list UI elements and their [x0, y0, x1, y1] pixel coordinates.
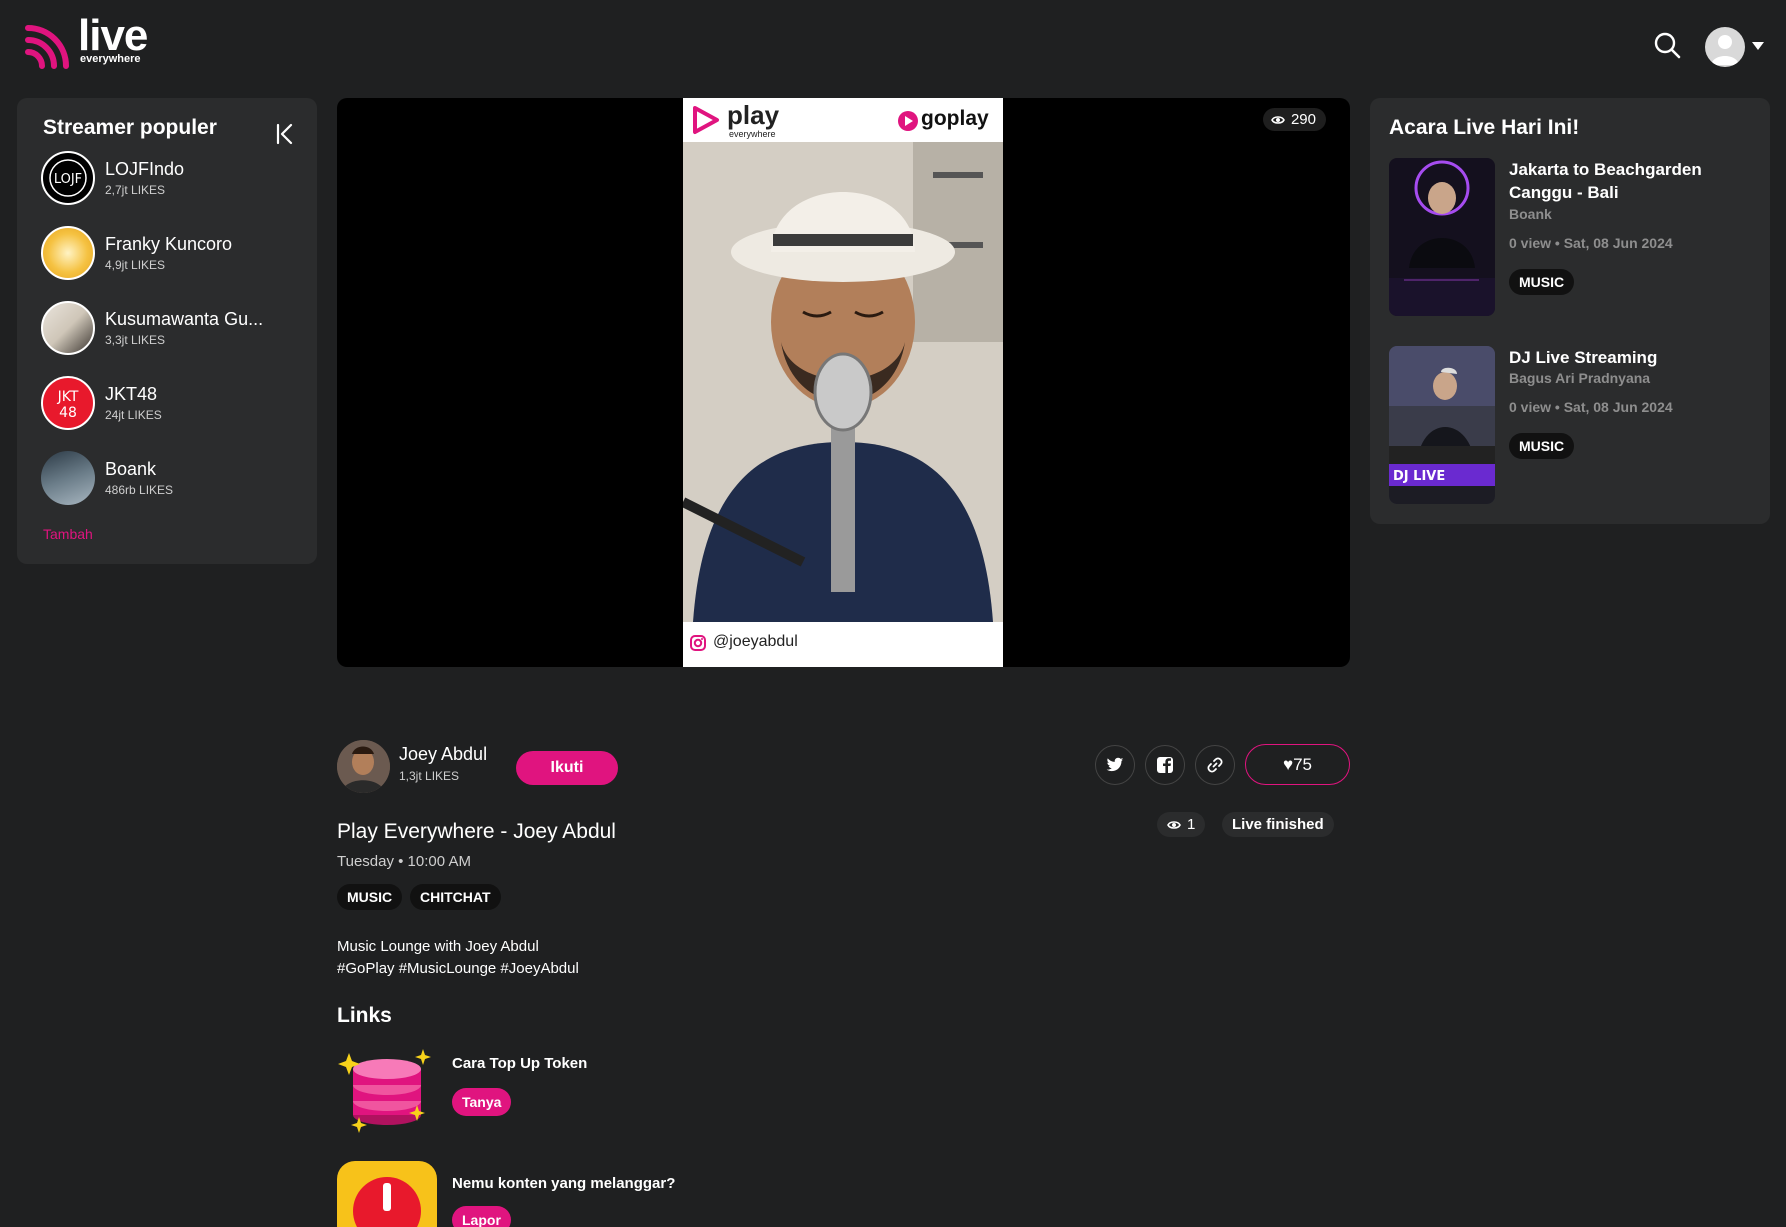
overlay-brand-left: play [727, 100, 780, 130]
event-tag[interactable]: MUSIC [1509, 433, 1575, 459]
video-overlay-header: play everywhere goplay [683, 98, 1003, 142]
stream-time: Tuesday • 10:00 AM [337, 853, 471, 870]
viewer-count: 1 [1187, 816, 1196, 833]
event-host: Boank [1509, 206, 1552, 222]
streamer-name: LOJFIndo [105, 159, 185, 179]
account-menu-chevron-down-icon[interactable] [1752, 42, 1764, 50]
description-hashtags: #GoPlay #MusicLounge #JoeyAbdul [337, 960, 579, 977]
event-thumbnail [1389, 158, 1495, 316]
facebook-icon [1157, 757, 1173, 773]
avatar [41, 451, 95, 505]
event-tag[interactable]: MUSIC [1509, 269, 1575, 295]
share-twitter-button[interactable] [1095, 745, 1135, 785]
video-overlay-footer: @joeyabdul [683, 622, 1003, 667]
live-everywhere-logo[interactable]: live everywhere [22, 14, 148, 72]
play-everywhere-logo-icon [693, 106, 719, 134]
streamer-name: Kusumawanta Gu... [105, 309, 264, 329]
user-avatar-icon[interactable] [1705, 27, 1745, 67]
streamer-likes: 2,7jt LIKES [105, 183, 166, 197]
svg-text:DJ LIVE: DJ LIVE [1393, 469, 1445, 484]
event-meta: 0 view • Sat, 08 Jun 2024 [1509, 235, 1673, 251]
video-still-image [683, 142, 1003, 622]
event-card[interactable]: Jakarta to Beachgarden Canggu - Bali Boa… [1389, 158, 1759, 318]
event-card[interactable]: DJ LIVE DJ Live Streaming Bagus Ari Prad… [1389, 346, 1759, 506]
description-line: Music Lounge with Joey Abdul [337, 938, 539, 955]
goplay-logo-icon [898, 111, 918, 131]
event-title: Jakarta to Beachgarden Canggu - Bali [1509, 160, 1702, 202]
tag-chitchat[interactable]: CHITCHAT [410, 884, 501, 910]
stream-description: Music Lounge with Joey Abdul #GoPlay #Mu… [337, 936, 579, 980]
logo-subtitle: everywhere [80, 53, 141, 65]
streamer-likes: 3,3jt LIKES [105, 333, 166, 347]
link-label-report: Nemu konten yang melanggar? [452, 1175, 676, 1192]
follow-button[interactable]: Ikuti [516, 751, 618, 785]
todays-live-events-panel: Acara Live Hari Ini! Jakarta to Beachgar… [1370, 98, 1770, 524]
host-likes: 1,3jt LIKES [399, 769, 460, 783]
search-icon[interactable] [1652, 30, 1682, 60]
link-icon [1207, 757, 1223, 773]
streamer-likes: 4,9jt LIKES [105, 258, 166, 272]
report-warning-icon [337, 1161, 437, 1227]
streamer-likes: 486rb LIKES [105, 483, 174, 497]
host-name[interactable]: Joey Abdul [399, 744, 487, 765]
instagram-icon [690, 635, 706, 651]
streamer-item-kusumawanta[interactable]: Kusumawanta Gu... 3,3jt LIKES [41, 300, 291, 356]
streamer-name: Boank [105, 459, 157, 479]
popular-streamers-panel: Streamer populer LOJF LOJFIndo 2,7jt LIK… [17, 98, 317, 564]
avatar: JKT 48 [41, 376, 95, 430]
event-thumbnail: DJ LIVE [1389, 346, 1495, 504]
report-button[interactable]: Lapor [452, 1206, 511, 1227]
stream-title: Play Everywhere - Joey Abdul [337, 820, 616, 843]
event-host: Bagus Ari Pradnyana [1509, 370, 1651, 386]
video-player[interactable]: play everywhere goplay @joeyabdul 290 [337, 98, 1350, 667]
eye-icon [1167, 820, 1181, 829]
event-title: DJ Live Streaming [1509, 348, 1658, 367]
twitter-icon [1106, 757, 1124, 772]
streamer-name: Franky Kuncoro [105, 234, 233, 254]
ask-button[interactable]: Tanya [452, 1088, 512, 1116]
streamer-likes: 24jt LIKES [105, 408, 162, 422]
todays-live-events-title: Acara Live Hari Ini! [1389, 116, 1580, 139]
link-label-top-up: Cara Top Up Token [452, 1055, 588, 1072]
overlay-brand-left-sub: everywhere [729, 129, 776, 139]
streamer-item-jkt48[interactable]: JKT 48 JKT48 24jt LIKES [41, 375, 291, 431]
viewer-count-badge: 1 [1157, 812, 1206, 837]
show-more-link[interactable]: Tambah [43, 526, 93, 542]
live-view-count: 290 [1290, 111, 1316, 128]
host-avatar[interactable] [337, 740, 390, 793]
copy-link-button[interactable] [1195, 745, 1235, 785]
eye-icon [1271, 115, 1285, 124]
like-button[interactable]: ♥75 [1245, 744, 1350, 785]
avatar [41, 301, 95, 355]
svg-text:LOJF: LOJF [54, 172, 82, 187]
token-coins-icon [338, 1049, 431, 1133]
event-meta: 0 view • Sat, 08 Jun 2024 [1509, 399, 1673, 415]
top-bar: live everywhere [0, 0, 1786, 90]
video-frame: play everywhere goplay @joeyabdul [683, 98, 1003, 667]
streamer-item-franky-kuncoro[interactable]: Franky Kuncoro 4,9jt LIKES [41, 225, 291, 281]
popular-streamers-title: Streamer populer [43, 116, 217, 139]
avatar: LOJF [41, 151, 95, 205]
stream-status-badge: Live finished [1222, 812, 1334, 837]
avatar [41, 226, 95, 280]
streamer-item-boank[interactable]: Boank 486rb LIKES [41, 450, 291, 506]
tag-music[interactable]: MUSIC [337, 884, 403, 910]
broadcast-logo-icon [25, 25, 69, 69]
svg-text:JKT: JKT [57, 389, 79, 405]
svg-text:48: 48 [59, 405, 77, 421]
logo-word: live [78, 11, 148, 60]
live-view-count-badge: 290 [1262, 108, 1326, 131]
links-heading: Links [337, 1004, 392, 1027]
streamer-item-lojfindo[interactable]: LOJF LOJFIndo 2,7jt LIKES [41, 150, 291, 206]
overlay-brand-right: goplay [921, 107, 989, 130]
overlay-instagram-handle: @joeyabdul [713, 633, 798, 650]
streamer-name: JKT48 [105, 384, 158, 404]
share-facebook-button[interactable] [1145, 745, 1185, 785]
collapse-panel-icon[interactable] [272, 120, 300, 148]
